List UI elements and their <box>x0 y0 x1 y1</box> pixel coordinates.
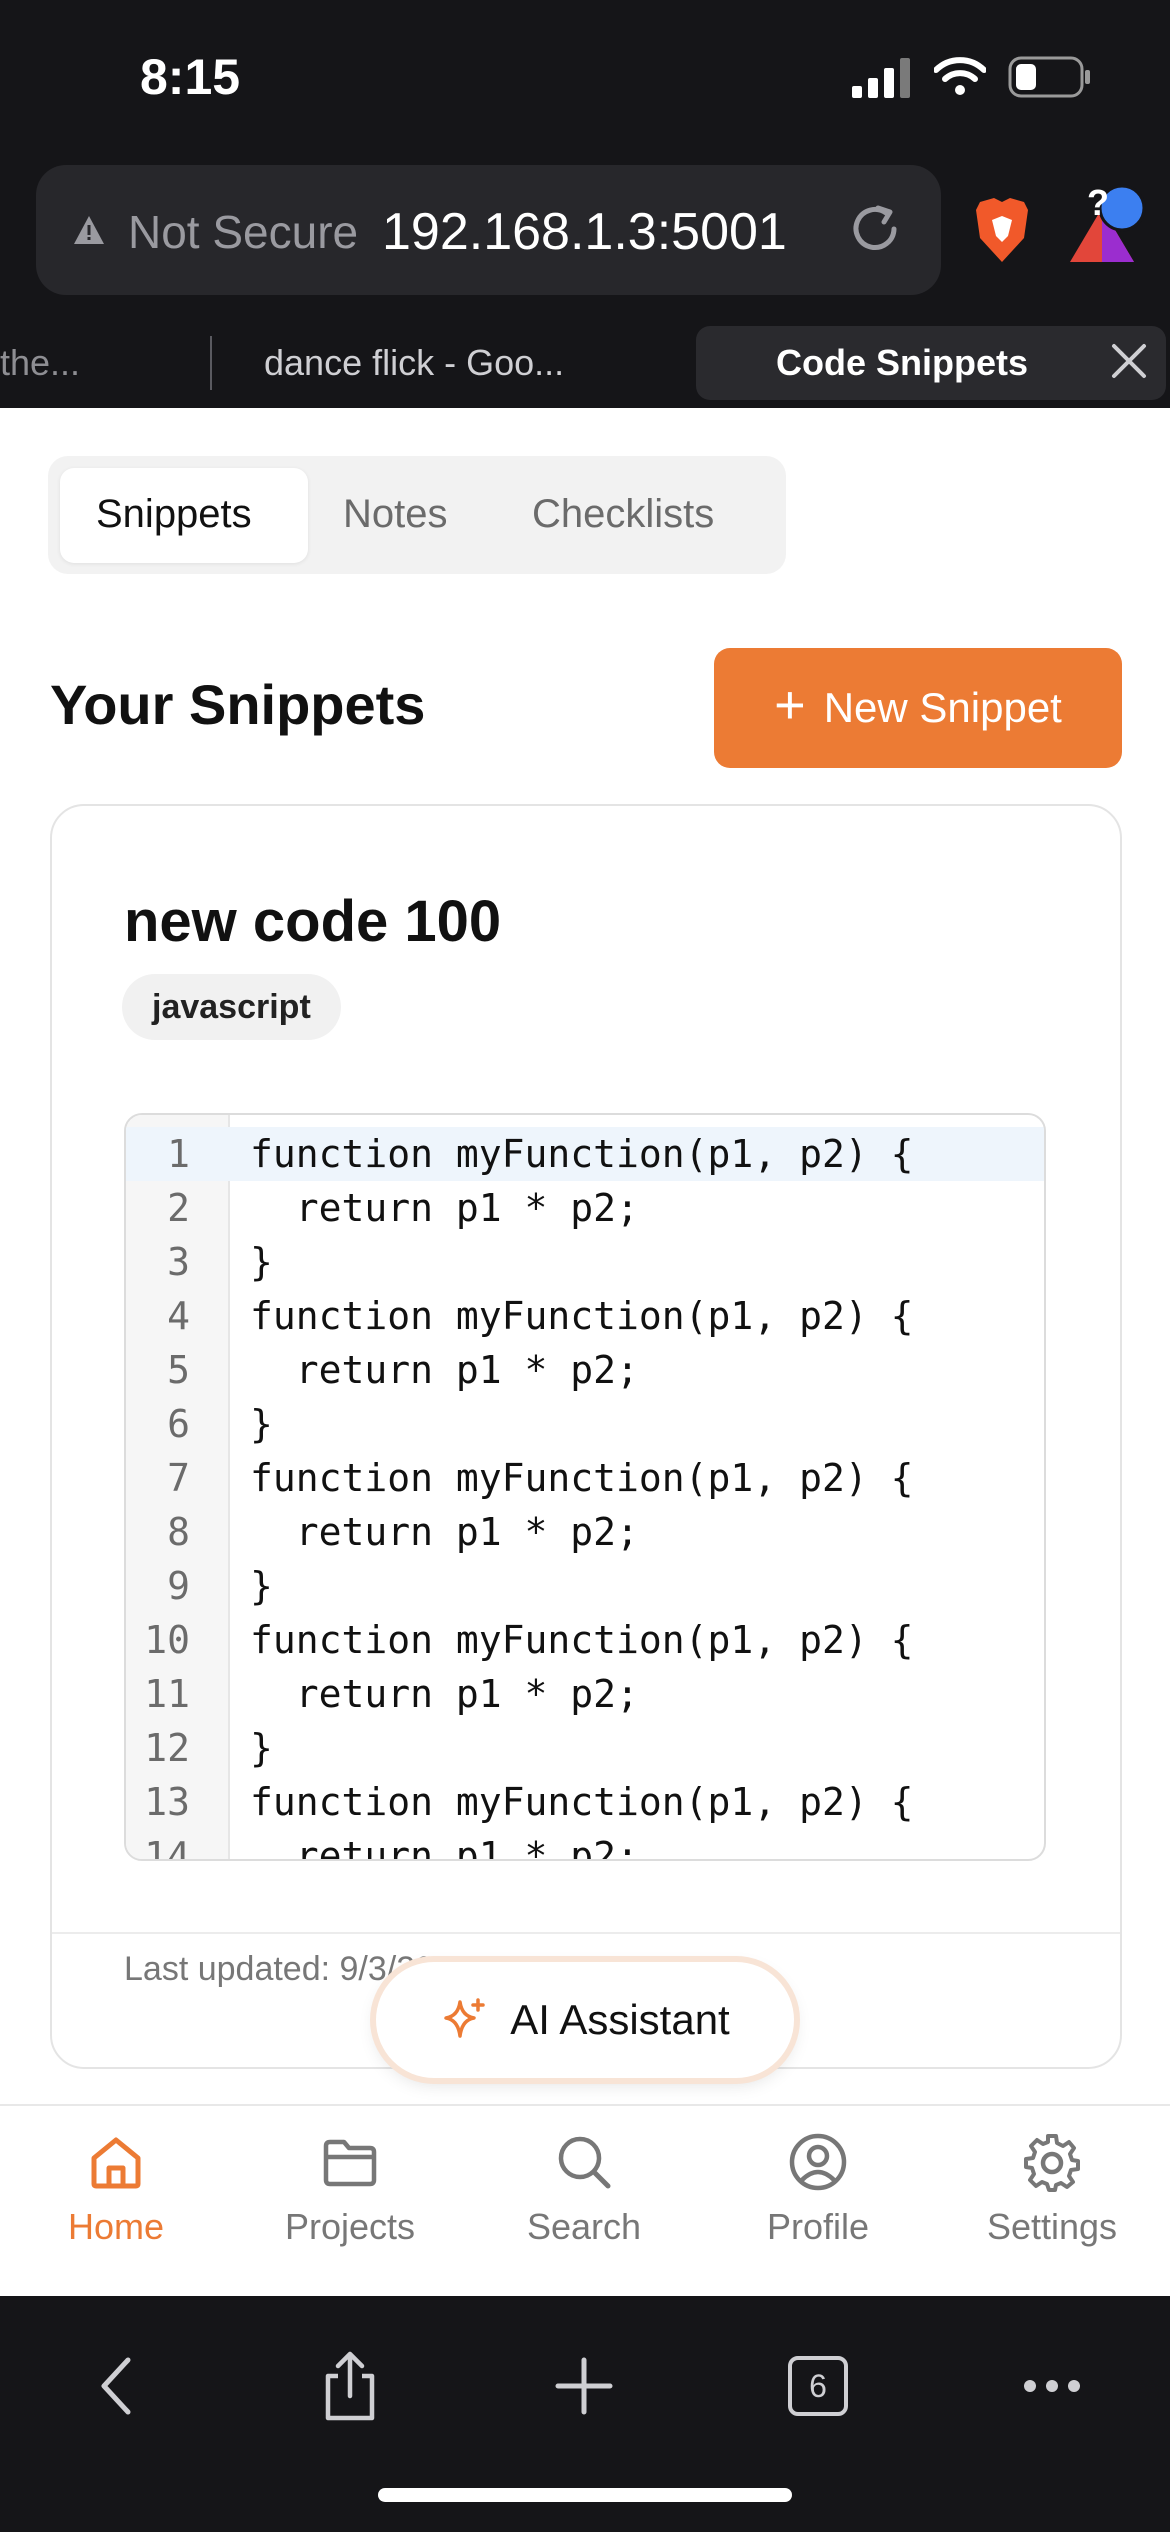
code-text: function myFunction(p1, p2) { <box>250 1780 914 1824</box>
code-text: function myFunction(p1, p2) { <box>250 1132 914 1176</box>
line-number: 7 <box>167 1456 190 1500</box>
chevron-left-icon <box>101 2357 131 2415</box>
code-line: 7 function myFunction(p1, p2) { <box>126 1451 1044 1505</box>
tabs-button[interactable]: 6 <box>768 2336 868 2436</box>
nav-projects-label: Projects <box>284 2206 416 2247</box>
code-lines: 1 function myFunction(p1, p2) { 2 return p… <box>126 1127 1044 1861</box>
code-text: } <box>250 1402 273 1446</box>
plus-icon <box>555 2357 613 2415</box>
back-button[interactable] <box>66 2336 166 2436</box>
share-button[interactable] <box>300 2336 400 2436</box>
code-text: function myFunction(p1, p2) { <box>250 1456 914 1500</box>
card-divider <box>52 1932 1120 1934</box>
url-text[interactable]: 192.168.1.3:5001 <box>382 202 787 262</box>
home-indicator <box>378 2488 792 2502</box>
line-number: 10 <box>144 1618 190 1662</box>
tab-divider <box>210 336 212 390</box>
nav-home-label: Home <box>67 2206 165 2247</box>
nav-profile-label: Profile <box>766 2206 870 2247</box>
sparkle-icon <box>444 1998 486 2038</box>
tab-checklists[interactable]: Checklists <box>532 492 714 537</box>
code-editor[interactable]: 1 function myFunction(p1, p2) { 2 return p… <box>124 1113 1046 1861</box>
line-number: 9 <box>167 1564 190 1608</box>
code-line: 1 function myFunction(p1, p2) { <box>126 1127 1044 1181</box>
close-tab-icon[interactable] <box>1110 342 1148 380</box>
rewards-badge: ? <box>1087 182 1109 223</box>
tab-1[interactable]: the... <box>0 342 80 384</box>
ai-assistant-button[interactable]: AI Assistant <box>376 1962 794 2078</box>
tab-active-title: Code Snippets <box>776 342 1029 383</box>
tab-notes[interactable]: Notes <box>343 492 448 537</box>
nav-search[interactable]: Search <box>484 2130 684 2248</box>
code-line: 12} <box>126 1721 1044 1775</box>
cellular-signal-icon <box>852 58 910 98</box>
nav-home[interactable]: Home <box>16 2130 216 2248</box>
code-line: 11 return p1 * p2; <box>126 1667 1044 1721</box>
line-number: 6 <box>167 1402 190 1446</box>
user-circle-icon <box>789 2133 847 2191</box>
nav-search-label: Search <box>526 2206 642 2247</box>
wifi-icon <box>934 57 986 95</box>
new-tab-button[interactable] <box>534 2336 634 2436</box>
code-line: 4 function myFunction(p1, p2) { <box>126 1289 1044 1343</box>
line-number: 12 <box>144 1726 190 1770</box>
code-text: } <box>250 1726 273 1770</box>
code-line: 14 return p1 * p2; <box>126 1829 1044 1861</box>
tab-count: 6 <box>788 2356 848 2416</box>
language-badge: javascript <box>122 974 341 1040</box>
line-number: 14 <box>144 1834 190 1861</box>
tab-snippets-label: Snippets <box>96 492 252 536</box>
status-time: 8:15 <box>140 49 241 105</box>
line-number: 2 <box>167 1186 190 1230</box>
page-title: Your Snippets <box>50 673 426 736</box>
home-icon <box>91 2137 141 2189</box>
warning-icon <box>74 216 104 244</box>
gear-icon <box>1024 2134 1080 2192</box>
code-text: return p1 * p2; <box>250 1672 639 1716</box>
plus-icon: + <box>774 675 806 735</box>
security-label: Not Secure <box>128 206 359 258</box>
more-dots-icon <box>1024 2380 1080 2392</box>
ai-assistant-label: AI Assistant <box>510 1996 730 2043</box>
reload-icon[interactable] <box>846 200 904 258</box>
nav-profile[interactable]: Profile <box>718 2130 918 2248</box>
code-text: return p1 * p2; <box>250 1348 639 1392</box>
nav-projects[interactable]: Projects <box>250 2130 450 2248</box>
code-line: 3} <box>126 1235 1044 1289</box>
code-text: return p1 * p2; <box>250 1186 639 1230</box>
line-number: 4 <box>167 1294 190 1338</box>
nav-settings-label: Settings <box>986 2206 1118 2247</box>
line-number: 8 <box>167 1510 190 1554</box>
code-text: function myFunction(p1, p2) { <box>250 1618 914 1662</box>
nav-settings[interactable]: Settings <box>952 2130 1152 2248</box>
new-snippet-button[interactable]: + New Snippet <box>714 648 1122 768</box>
line-number: 3 <box>167 1240 190 1284</box>
search-icon <box>558 2136 611 2189</box>
line-number: 13 <box>144 1780 190 1824</box>
new-snippet-label: New Snippet <box>823 684 1062 731</box>
folder-icon <box>323 2139 377 2187</box>
share-icon <box>325 2351 375 2421</box>
code-text: return p1 * p2; <box>250 1510 639 1554</box>
code-line: 6} <box>126 1397 1044 1451</box>
line-number: 11 <box>144 1672 190 1716</box>
snippet-title: new code 100 <box>124 889 502 954</box>
code-text: return p1 * p2; <box>250 1834 639 1861</box>
code-text: } <box>250 1240 273 1284</box>
code-line: 2 return p1 * p2; <box>126 1181 1044 1235</box>
more-button[interactable] <box>1002 2336 1102 2436</box>
tab-2[interactable]: dance flick - Goo... <box>264 342 564 384</box>
code-line: 9} <box>126 1559 1044 1613</box>
code-line: 5 return p1 * p2; <box>126 1343 1044 1397</box>
code-line: 10 function myFunction(p1, p2) { <box>126 1613 1044 1667</box>
code-line: 8 return p1 * p2; <box>126 1505 1044 1559</box>
line-number: 1 <box>167 1132 190 1176</box>
code-text: function myFunction(p1, p2) { <box>250 1294 914 1338</box>
code-text: } <box>250 1564 273 1608</box>
code-line: 13 function myFunction(p1, p2) { <box>126 1775 1044 1829</box>
battery-icon <box>1008 56 1090 98</box>
line-number: 5 <box>167 1348 190 1392</box>
brave-shields-icon[interactable] <box>972 196 1032 264</box>
